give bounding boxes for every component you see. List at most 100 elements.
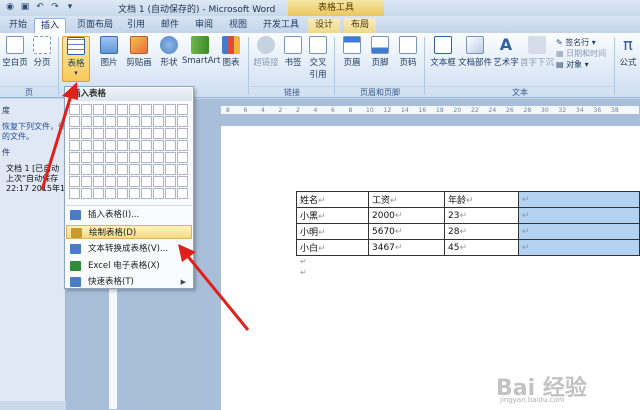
- grid-cell[interactable]: [153, 140, 164, 151]
- grid-cell[interactable]: [129, 116, 140, 127]
- office-logo-icon[interactable]: ◉: [4, 2, 16, 13]
- grid-cell[interactable]: [141, 176, 152, 187]
- grid-cell[interactable]: [129, 128, 140, 139]
- grid-cell[interactable]: [93, 140, 104, 151]
- grid-cell[interactable]: [81, 104, 92, 115]
- cross-reference-button[interactable]: 交叉 引用: [306, 36, 330, 80]
- clipart-button[interactable]: 剪贴画: [124, 36, 154, 68]
- qat-dropdown-icon[interactable]: ▾: [64, 2, 76, 13]
- grid-cell[interactable]: [69, 128, 80, 139]
- table-button[interactable]: 表格 ▾: [62, 36, 90, 82]
- grid-cell[interactable]: [81, 164, 92, 175]
- grid-cell[interactable]: [177, 176, 188, 187]
- grid-cell[interactable]: [153, 128, 164, 139]
- table-cell[interactable]: 小明↵: [296, 223, 369, 240]
- grid-cell[interactable]: [117, 116, 128, 127]
- redo-icon[interactable]: ↷: [49, 2, 61, 13]
- grid-cell[interactable]: [165, 104, 176, 115]
- tab-view[interactable]: 视图: [224, 18, 252, 33]
- grid-cell[interactable]: [117, 140, 128, 151]
- grid-cell[interactable]: [153, 152, 164, 163]
- grid-cell[interactable]: [81, 176, 92, 187]
- grid-cell[interactable]: [93, 152, 104, 163]
- grid-cell[interactable]: [165, 176, 176, 187]
- grid-cell[interactable]: [141, 188, 152, 199]
- grid-cell[interactable]: [105, 188, 116, 199]
- table-size-grid[interactable]: [69, 104, 188, 199]
- tab-references[interactable]: 引用: [122, 18, 150, 33]
- grid-cell[interactable]: [81, 128, 92, 139]
- page-number-button[interactable]: 页码: [396, 36, 420, 68]
- grid-cell[interactable]: [141, 128, 152, 139]
- grid-cell[interactable]: [105, 128, 116, 139]
- grid-cell[interactable]: [105, 140, 116, 151]
- grid-cell[interactable]: [117, 188, 128, 199]
- table-cell[interactable]: 28↵: [444, 223, 519, 240]
- grid-cell[interactable]: [165, 116, 176, 127]
- quick-tables-menu-item[interactable]: 快速表格(T) ▶: [66, 275, 192, 289]
- object-button[interactable]: ▤ 对象 ▾: [556, 59, 606, 70]
- document-page[interactable]: [221, 126, 640, 410]
- equation-button[interactable]: π 公式: [616, 36, 640, 69]
- grid-cell[interactable]: [141, 152, 152, 163]
- grid-cell[interactable]: [117, 176, 128, 187]
- draw-table-menu-item[interactable]: 绘制表格(D): [66, 225, 192, 239]
- grid-cell[interactable]: [129, 140, 140, 151]
- grid-cell[interactable]: [129, 188, 140, 199]
- grid-cell[interactable]: [81, 116, 92, 127]
- grid-cell[interactable]: [153, 188, 164, 199]
- grid-cell[interactable]: [93, 176, 104, 187]
- table-cell[interactable]: 45↵: [444, 239, 519, 256]
- table-cell[interactable]: 年龄↵: [444, 191, 519, 208]
- table-cell-selected[interactable]: ↵: [518, 239, 640, 256]
- grid-cell[interactable]: [129, 176, 140, 187]
- footer-button[interactable]: 页脚: [368, 36, 392, 68]
- table-cell[interactable]: 小白↵: [296, 239, 369, 256]
- grid-cell[interactable]: [141, 116, 152, 127]
- insert-table-menu-item[interactable]: 插入表格(I)...: [66, 208, 192, 222]
- grid-cell[interactable]: [153, 104, 164, 115]
- grid-cell[interactable]: [69, 140, 80, 151]
- grid-cell[interactable]: [105, 164, 116, 175]
- table-cell[interactable]: 小黑↵: [296, 207, 369, 224]
- grid-cell[interactable]: [117, 164, 128, 175]
- textbox-button[interactable]: 文本框: [428, 36, 458, 68]
- excel-spreadsheet-menu-item[interactable]: Excel 电子表格(X): [66, 259, 192, 273]
- smartart-button[interactable]: SmartArt: [182, 36, 220, 66]
- grid-cell[interactable]: [69, 176, 80, 187]
- grid-cell[interactable]: [69, 116, 80, 127]
- text-to-table-menu-item[interactable]: 文本转换成表格(V)...: [66, 242, 192, 256]
- tab-developer[interactable]: 开发工具: [258, 18, 304, 33]
- grid-cell[interactable]: [81, 188, 92, 199]
- grid-cell[interactable]: [165, 188, 176, 199]
- grid-cell[interactable]: [93, 116, 104, 127]
- grid-cell[interactable]: [69, 104, 80, 115]
- document-table[interactable]: 姓名↵ 工资↵ 年龄↵ ↵ 小黑↵ 2000↵ 23↵ ↵ 小明↵ 5670↵ …: [296, 191, 640, 256]
- table-cell-selected[interactable]: ↵: [518, 223, 640, 240]
- tab-review[interactable]: 审阅: [190, 18, 218, 33]
- table-cell-selected[interactable]: ↵: [518, 207, 640, 224]
- tab-insert[interactable]: 插入: [34, 18, 66, 33]
- quick-parts-button[interactable]: 文档部件: [458, 36, 492, 68]
- table-cell[interactable]: 23↵: [444, 207, 519, 224]
- date-time-button[interactable]: ▦ 日期和时间: [556, 48, 606, 59]
- grid-cell[interactable]: [141, 164, 152, 175]
- grid-cell[interactable]: [117, 104, 128, 115]
- grid-cell[interactable]: [129, 152, 140, 163]
- bookmark-button[interactable]: 书签: [282, 36, 304, 68]
- table-cell[interactable]: 5670↵: [368, 223, 445, 240]
- blank-page-button[interactable]: 空白页: [2, 36, 28, 68]
- grid-cell[interactable]: [105, 104, 116, 115]
- grid-cell[interactable]: [93, 164, 104, 175]
- tab-home[interactable]: 开始: [4, 18, 32, 33]
- grid-cell[interactable]: [153, 164, 164, 175]
- grid-cell[interactable]: [93, 104, 104, 115]
- grid-cell[interactable]: [69, 152, 80, 163]
- grid-cell[interactable]: [129, 104, 140, 115]
- grid-cell[interactable]: [129, 164, 140, 175]
- grid-cell[interactable]: [81, 140, 92, 151]
- table-cell[interactable]: 3467↵: [368, 239, 445, 256]
- table-cell[interactable]: 姓名↵: [296, 191, 369, 208]
- tab-mailings[interactable]: 邮件: [156, 18, 184, 33]
- grid-cell[interactable]: [177, 140, 188, 151]
